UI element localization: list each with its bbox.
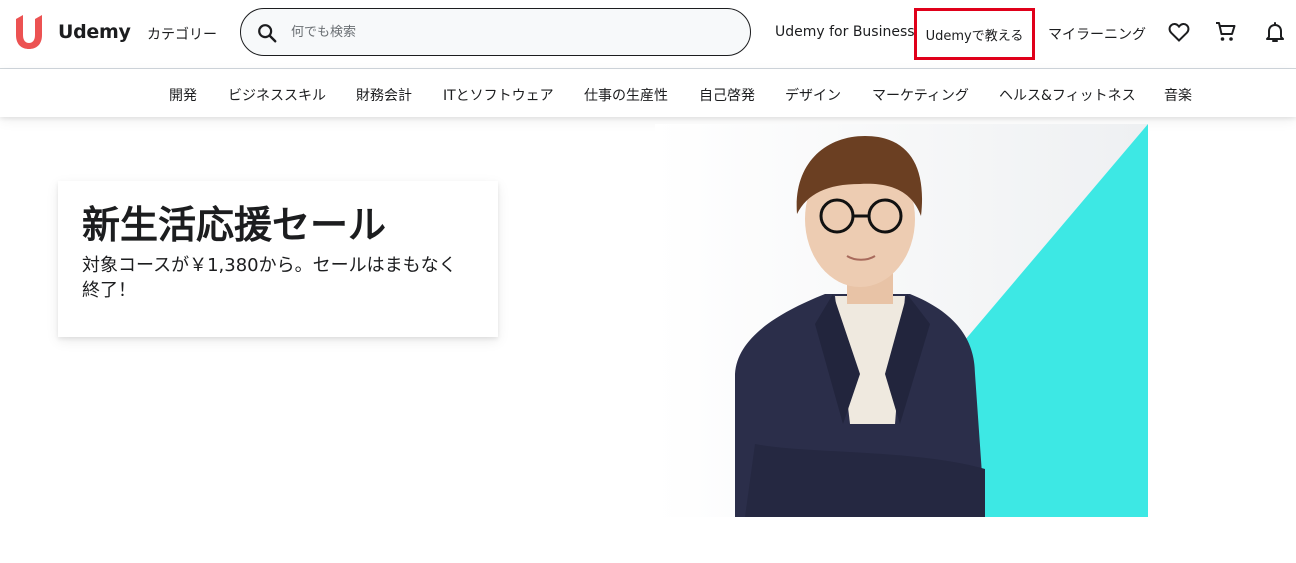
sale-promo-card: 新生活応援セール 対象コースが￥1,380から。セールはまもなく終了！ bbox=[58, 181, 498, 337]
nav-teach-label: Udemyで教える bbox=[925, 28, 1024, 44]
category-item[interactable]: 開発 bbox=[169, 85, 197, 105]
bell-icon[interactable] bbox=[1263, 20, 1287, 44]
nav-teach-on-udemy[interactable]: Udemyで教える bbox=[914, 8, 1035, 60]
top-header: Udemy カテゴリー Udemy for Business Udemyで教える… bbox=[0, 0, 1296, 69]
category-item[interactable]: 仕事の生産性 bbox=[584, 85, 668, 105]
search-input[interactable] bbox=[291, 19, 731, 45]
category-bar: 開発 ビジネススキル 財務会計 ITとソフトウェア 仕事の生産性 自己啓発 デザ… bbox=[0, 69, 1296, 117]
nav-udemy-for-business[interactable]: Udemy for Business bbox=[775, 24, 915, 40]
cart-icon[interactable] bbox=[1214, 20, 1238, 44]
category-item[interactable]: 自己啓発 bbox=[699, 85, 755, 105]
category-item[interactable]: ヘルス&フィットネス bbox=[999, 85, 1136, 105]
category-item[interactable]: 音楽 bbox=[1164, 85, 1192, 105]
search-icon[interactable] bbox=[256, 22, 278, 44]
udemy-logo[interactable]: Udemy bbox=[12, 15, 131, 49]
heart-icon[interactable] bbox=[1167, 20, 1191, 44]
categories-menu[interactable]: カテゴリー bbox=[147, 24, 217, 44]
logo-text: Udemy bbox=[58, 21, 131, 43]
category-item[interactable]: マーケティング bbox=[872, 85, 969, 105]
promo-title: 新生活応援セール bbox=[82, 203, 387, 247]
category-item[interactable]: ビジネススキル bbox=[228, 85, 326, 105]
udemy-logo-icon bbox=[16, 15, 42, 49]
search-bar[interactable] bbox=[240, 8, 751, 56]
category-item[interactable]: ITとソフトウェア bbox=[443, 85, 554, 105]
hero-banner-image bbox=[655, 124, 1148, 517]
promo-subtitle: 対象コースが￥1,380から。セールはまもなく終了！ bbox=[82, 254, 457, 301]
category-item[interactable]: デザイン bbox=[785, 85, 841, 105]
nav-my-learning[interactable]: マイラーニング bbox=[1048, 24, 1146, 44]
category-item[interactable]: 財務会計 bbox=[356, 85, 412, 105]
